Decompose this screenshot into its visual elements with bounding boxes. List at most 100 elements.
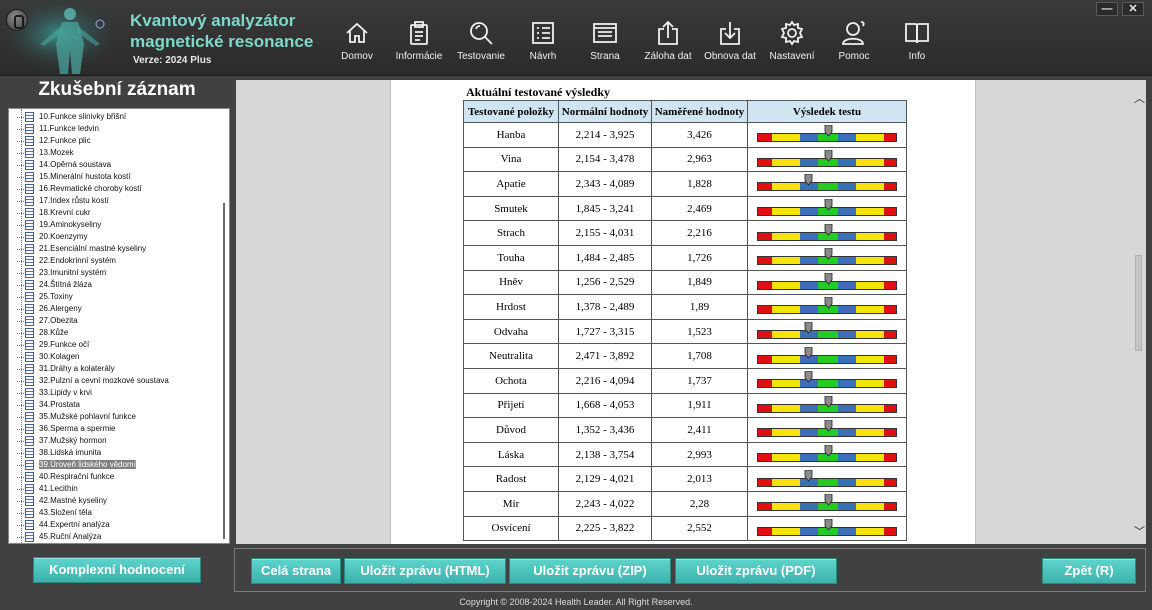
result-gauge [757,518,897,536]
nav-home-button[interactable]: Domov [326,20,388,68]
cell-measured: 1,726 [651,244,748,271]
tree-item[interactable]: 11.Funkce ledvin [17,123,99,135]
nav-backup-button[interactable]: Záloha dat [637,20,699,68]
cell-normal: 1,727 - 3,315 [558,318,652,345]
tree-item[interactable]: 18.Krevní cukr [17,207,91,219]
tree-connector [17,165,24,166]
tree-item[interactable]: 20.Koenzymy [17,231,88,243]
cell-item: Hněv [463,269,559,296]
tree-connector [17,381,24,382]
tree-item-label: 26.Alergeny [39,304,82,313]
tree-item[interactable]: 33.Lipidy v krvi [17,387,92,399]
cell-item: Osvícení [463,515,559,542]
app-version: Verze: 2024 Plus [133,55,212,66]
tree-item-label: 45.Ruční Analýza [39,532,102,541]
column-header-measured: Naměřené hodnoty [651,100,748,123]
save-html-button[interactable]: Uložit zprávu (HTML) [344,558,506,584]
cell-item: Vina [463,146,559,173]
nav-help-button[interactable]: Pomoc [823,20,885,68]
table-row: Odvaha 1,727 - 3,315 1,523 [463,318,907,345]
table-row: Ochota 2,216 - 4,094 1,737 [463,367,907,394]
document-icon [25,472,34,482]
save-zip-button[interactable]: Uložit zprávu (ZIP) [509,558,671,584]
tree-item[interactable]: 24.Štítná žláza [17,279,92,291]
tree-item[interactable]: 42.Mastné kyseliny [17,495,107,507]
tree-item[interactable]: 39.Úroveň lidského vědomí [17,459,136,471]
tree-item-label: 15.Minerální hustota kostí [39,172,131,181]
nav-restore-button[interactable]: Obnova dat [699,20,761,68]
nav-design-button[interactable]: Návrh [512,20,574,68]
upload-icon [658,20,678,45]
cell-result [747,392,907,419]
tree-item[interactable]: 38.Lidská imunita [17,447,101,459]
tree-item[interactable]: 16.Revmatické choroby kostí [17,183,142,195]
scroll-down-arrow-icon[interactable]: ﹀ [1134,523,1145,539]
scroll-up-arrow-icon[interactable]: ︿ [1134,90,1145,106]
tree-item-label: 41.Lecithin [39,484,78,493]
tree-item[interactable]: 41.Lecithin [17,483,78,495]
tree-item[interactable]: 43.Složení těla [17,507,92,519]
tree-item[interactable]: 36.Sperma a spermie [17,423,115,435]
tree-item[interactable]: 32.Pulzní a cevní mozkové soustava [17,375,169,387]
tree-item[interactable]: 15.Minerální hustota kostí [17,171,131,183]
tree-connector [17,285,24,286]
tree-item-label: 31.Dráhy a kolaterály [39,364,115,373]
tree-item[interactable]: 29.Funkce očí [17,339,89,351]
gauge-pointer-icon [824,272,832,285]
nav-page-button[interactable]: Strana [574,20,636,68]
tree-item[interactable]: 37.Mužský hormon [17,435,107,447]
tree-item[interactable]: 30.Kolagen [17,351,79,363]
nav-settings-button[interactable]: Nastavení [761,20,823,68]
nav-about-button[interactable]: Info [886,20,948,68]
tree-item[interactable]: 17.Index růstu kostí [17,195,109,207]
tree-item[interactable]: 45.Ruční Analýza [17,531,102,543]
full-page-button[interactable]: Celá strana [251,558,341,584]
tree-connector [17,465,24,466]
tree-item-label: 21.Esenciální mastné kyseliny [39,244,147,253]
tree-item[interactable]: 21.Esenciální mastné kyseliny [17,243,147,255]
tree-item[interactable]: 12.Funkce plic [17,135,91,147]
tree-item[interactable]: 22.Endokrinní systém [17,255,116,267]
cell-item: Důvod [463,417,559,443]
tree-item[interactable]: 34.Prostata [17,399,80,411]
nav-page-label: Strana [590,51,620,62]
save-pdf-button[interactable]: Uložit zprávu (PDF) [675,558,837,584]
comprehensive-evaluation-button[interactable]: Komplexní hodnocení [33,557,201,583]
result-gauge [757,346,897,364]
back-button[interactable]: Zpět (R) [1042,558,1136,584]
tree-connector [17,345,24,346]
tree-item[interactable]: 25.Toxiny [17,291,73,303]
tree-item[interactable]: 40.Respirační funkce [17,471,114,483]
close-button[interactable]: ✕ [1122,2,1144,16]
table-row: Apatie 2,343 - 4,089 1,828 [463,171,907,197]
tree-item[interactable]: 28.Kůže [17,327,68,339]
document-icon [25,208,34,218]
tree-item[interactable]: 14.Opěrná soustava [17,159,111,171]
tree-item[interactable]: 19.Aminokyseliny [17,219,101,231]
gauge-pointer-icon [824,149,832,162]
gauge-pointer-icon [824,199,832,211]
tree-item[interactable]: 35.Mužské pohlavní funkce [17,411,136,423]
nav-testing-button[interactable]: Testovanie [450,20,512,68]
cell-measured: 2,993 [651,441,748,468]
tree-item[interactable]: 31.Dráhy a kolaterály [17,363,115,375]
tree-item-label: 20.Koenzymy [39,232,88,241]
document-icon [25,148,34,158]
cell-measured: 1,828 [651,171,748,197]
gauge-pointer-icon [824,297,832,310]
minimize-button[interactable]: — [1096,2,1118,16]
power-icon[interactable] [6,9,28,31]
tree-item[interactable]: 10.Funkce slinivky břišní [17,111,126,123]
report-scrollbar-thumb[interactable] [1135,255,1142,351]
tree-item[interactable]: 13.Mozek [17,147,74,159]
tree-item-label: 18.Krevní cukr [39,208,91,217]
tree-item[interactable]: 23.Imunitní systém [17,267,106,279]
tree-item[interactable]: 27.Obezita [17,315,78,327]
document-icon [25,136,34,146]
tree-item[interactable]: 44.Expertní analýza [17,519,110,531]
document-icon [25,388,34,398]
tree-connector [17,441,24,442]
nav-info-button[interactable]: Informácie [388,20,450,68]
list-scrollbar[interactable] [223,203,225,539]
tree-item[interactable]: 26.Alergeny [17,303,82,315]
